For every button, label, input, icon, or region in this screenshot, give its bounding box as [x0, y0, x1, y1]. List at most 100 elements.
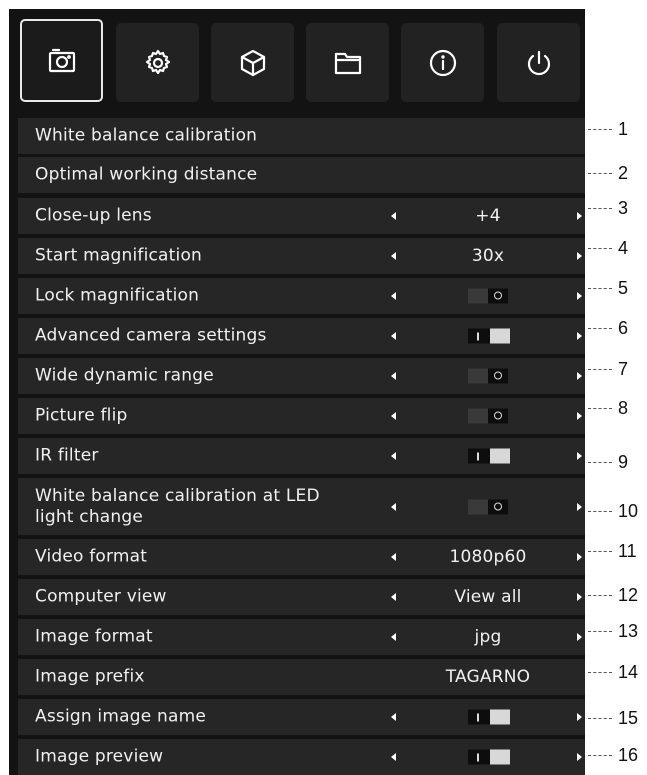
- callout-number: 4: [618, 238, 629, 258]
- toggle-knob: [488, 368, 508, 384]
- arrow-right-icon[interactable]: [577, 633, 582, 641]
- tab-power[interactable]: [497, 23, 580, 102]
- folder-icon: [334, 52, 361, 74]
- setting-label: Optimal working distance: [35, 164, 258, 185]
- arrow-right-icon[interactable]: [577, 713, 582, 721]
- tab-camera[interactable]: [20, 19, 103, 102]
- setting-row-assign-image-name[interactable]: Assign image name: [18, 699, 585, 735]
- arrow-right-icon[interactable]: [577, 753, 582, 761]
- setting-label: Assign image name: [35, 706, 207, 727]
- arrow-right-icon[interactable]: [577, 372, 582, 380]
- tab-settings[interactable]: [116, 23, 199, 102]
- setting-row-image-prefix[interactable]: Image prefix TAGARNO: [18, 659, 585, 695]
- arrow-left-icon[interactable]: [391, 372, 396, 380]
- setting-row-start-magnification[interactable]: Start magnification 30x: [18, 238, 585, 274]
- callout-number: 2: [618, 163, 629, 183]
- camera-icon: [48, 48, 75, 72]
- setting-label: Picture flip: [35, 405, 128, 426]
- arrow-left-icon[interactable]: [391, 553, 396, 561]
- tab-3d[interactable]: [211, 23, 294, 102]
- arrow-right-icon[interactable]: [577, 332, 582, 340]
- setting-row-wide-dynamic-range[interactable]: Wide dynamic range: [18, 358, 585, 394]
- callout-8: 8: [588, 397, 647, 419]
- arrow-left-icon[interactable]: [391, 252, 396, 260]
- callout-leader-line: [588, 369, 612, 370]
- arrow-left-icon[interactable]: [391, 332, 396, 340]
- setting-row-image-preview[interactable]: Image preview: [18, 739, 585, 775]
- setting-row-picture-flip[interactable]: Picture flip: [18, 398, 585, 434]
- setting-row-video-format[interactable]: Video format 1080p60: [18, 539, 585, 575]
- arrow-left-icon[interactable]: [391, 633, 396, 641]
- arrow-left-icon[interactable]: [391, 502, 396, 511]
- arrow-right-icon[interactable]: [577, 452, 582, 460]
- arrow-right-icon[interactable]: [577, 292, 582, 300]
- setting-row-lock-magnification[interactable]: Lock magnification: [18, 278, 585, 314]
- callout-leader-line: [588, 718, 612, 719]
- callout-leader-line: [588, 672, 612, 673]
- callout-13: 13: [588, 620, 647, 642]
- setting-label: White balance calibration at LED light c…: [35, 485, 320, 527]
- arrow-left-icon[interactable]: [391, 212, 396, 220]
- setting-value: +4: [475, 206, 501, 226]
- setting-row-white-balance-calibration[interactable]: White balance calibration: [18, 118, 585, 154]
- tab-bar: [9, 9, 585, 121]
- toggle-knob: [490, 448, 510, 464]
- arrow-right-icon[interactable]: [577, 212, 582, 220]
- callout-14: 14: [588, 661, 647, 683]
- toggle-switch[interactable]: [468, 328, 510, 344]
- toggle-switch[interactable]: [468, 368, 508, 384]
- callout-leader-line: [588, 328, 612, 329]
- callout-5: 5: [588, 277, 647, 299]
- toggle-switch[interactable]: [468, 448, 510, 464]
- setting-row-advanced-camera-settings[interactable]: Advanced camera settings: [18, 318, 585, 354]
- arrow-right-icon[interactable]: [577, 593, 582, 601]
- callout-number: 15: [618, 708, 639, 728]
- toggle-switch[interactable]: [468, 749, 510, 765]
- toggle-knob: [488, 408, 508, 424]
- toggle-switch[interactable]: [468, 288, 508, 304]
- setting-value[interactable]: TAGARNO: [403, 667, 573, 687]
- setting-row-ir-filter[interactable]: IR filter: [18, 438, 585, 474]
- setting-row-image-format[interactable]: Image format jpg: [18, 619, 585, 655]
- arrow-left-icon[interactable]: [391, 753, 396, 761]
- arrow-left-icon[interactable]: [391, 292, 396, 300]
- setting-row-optimal-working-distance[interactable]: Optimal working distance: [18, 157, 585, 193]
- toggle-switch[interactable]: [468, 408, 508, 424]
- callout-number: 5: [618, 278, 629, 298]
- callout-leader-line: [588, 595, 612, 596]
- callout-number: 13: [618, 621, 639, 641]
- arrow-left-icon[interactable]: [391, 593, 396, 601]
- callout-9: 9: [588, 451, 647, 473]
- callout-number: 16: [618, 745, 639, 765]
- arrow-right-icon[interactable]: [577, 252, 582, 260]
- arrow-right-icon[interactable]: [577, 502, 582, 511]
- callout-1: 1: [588, 118, 647, 140]
- arrow-right-icon[interactable]: [577, 412, 582, 420]
- tab-info[interactable]: [401, 23, 484, 102]
- setting-row-computer-view[interactable]: Computer view View all: [18, 579, 585, 615]
- callout-number: 3: [618, 198, 629, 218]
- info-icon: [429, 49, 456, 76]
- setting-label: Advanced camera settings: [35, 325, 267, 346]
- callout-number: 14: [618, 662, 639, 682]
- callout-7: 7: [588, 358, 647, 380]
- callout-16: 16: [588, 744, 647, 766]
- setting-row-close-up-lens[interactable]: Close-up lens +4: [18, 198, 585, 234]
- arrow-left-icon[interactable]: [391, 412, 396, 420]
- setting-label: IR filter: [35, 445, 99, 466]
- callout-number: 7: [618, 359, 629, 379]
- callout-11: 11: [588, 540, 647, 562]
- callout-number: 8: [618, 398, 629, 418]
- setting-label: Video format: [35, 546, 148, 567]
- toggle-switch[interactable]: [468, 709, 510, 725]
- arrow-left-icon[interactable]: [391, 713, 396, 721]
- tab-files[interactable]: [306, 23, 389, 102]
- setting-row-white-balance-calibration-at-led-light-change[interactable]: White balance calibration at LED light c…: [18, 478, 585, 535]
- arrow-left-icon[interactable]: [391, 452, 396, 460]
- callout-2: 2: [588, 162, 647, 184]
- toggle-switch[interactable]: [468, 499, 508, 514]
- setting-label: Image preview: [35, 746, 164, 767]
- setting-label: Lock magnification: [35, 285, 200, 306]
- arrow-right-icon[interactable]: [577, 553, 582, 561]
- callout-leader-line: [588, 248, 612, 249]
